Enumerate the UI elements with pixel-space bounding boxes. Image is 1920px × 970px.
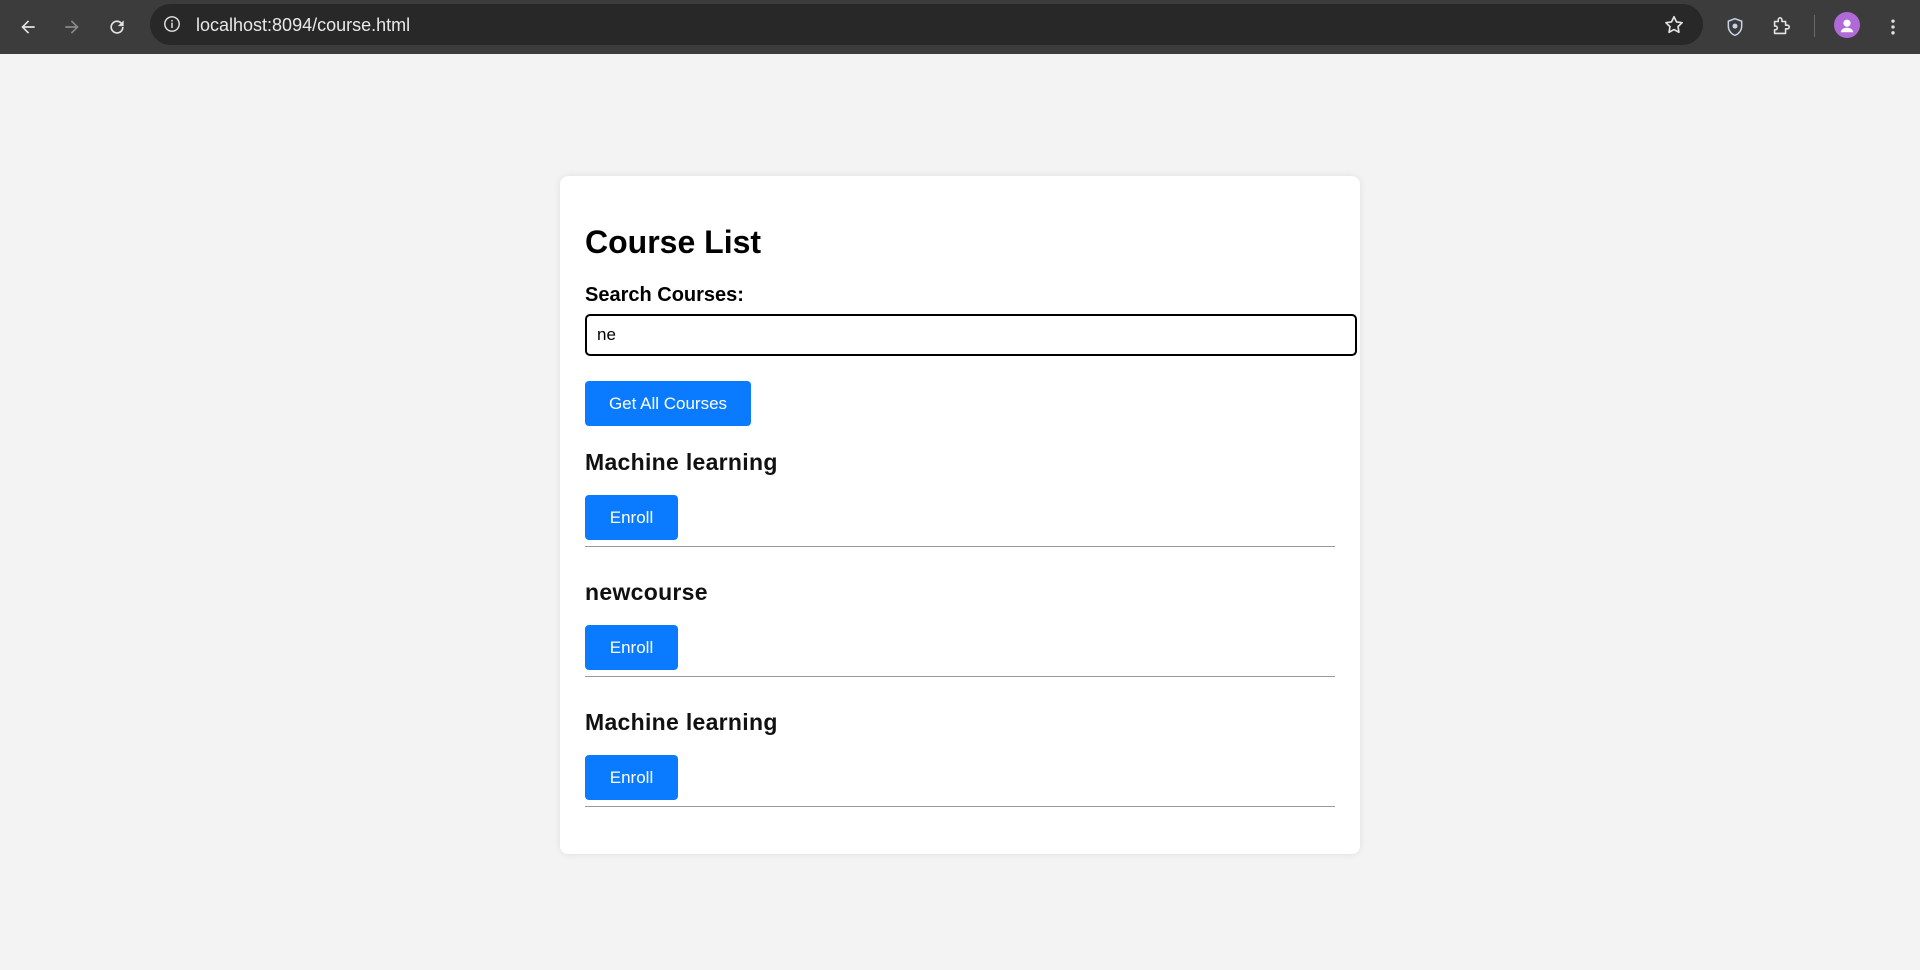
- course-name: newcourse: [585, 579, 708, 605]
- extensions-puzzle-icon[interactable]: [1766, 12, 1796, 42]
- address-bar[interactable]: localhost:8094/course.html: [150, 4, 1703, 45]
- url-text: localhost:8094/course.html: [196, 15, 411, 35]
- page-title: Course List: [585, 224, 762, 260]
- get-all-courses-button[interactable]: Get All Courses: [585, 381, 751, 426]
- enroll-button[interactable]: Enroll: [585, 755, 678, 800]
- enroll-button[interactable]: Enroll: [585, 495, 678, 540]
- bookmark-star-icon[interactable]: [1663, 14, 1685, 36]
- browser-menu-icon[interactable]: [1878, 12, 1908, 42]
- browser-toolbar: localhost:8094/course.html: [0, 0, 1920, 54]
- divider: [585, 546, 1335, 547]
- shield-extension-icon[interactable]: [1720, 12, 1750, 42]
- site-info-icon[interactable]: [162, 14, 182, 34]
- toolbar-separator: [1814, 15, 1815, 37]
- divider: [585, 806, 1335, 807]
- search-courses-label: Search Courses:: [585, 284, 744, 306]
- forward-icon[interactable]: [57, 12, 87, 42]
- course-name: Machine learning: [585, 449, 778, 475]
- course-list-card: Course List Search Courses: Get All Cour…: [560, 176, 1360, 854]
- back-icon[interactable]: [13, 12, 43, 42]
- divider: [585, 676, 1335, 677]
- enroll-button[interactable]: Enroll: [585, 625, 678, 670]
- course-name: Machine learning: [585, 709, 778, 735]
- reload-icon[interactable]: [102, 12, 132, 42]
- search-input[interactable]: [585, 314, 1357, 356]
- profile-avatar[interactable]: [1834, 12, 1860, 38]
